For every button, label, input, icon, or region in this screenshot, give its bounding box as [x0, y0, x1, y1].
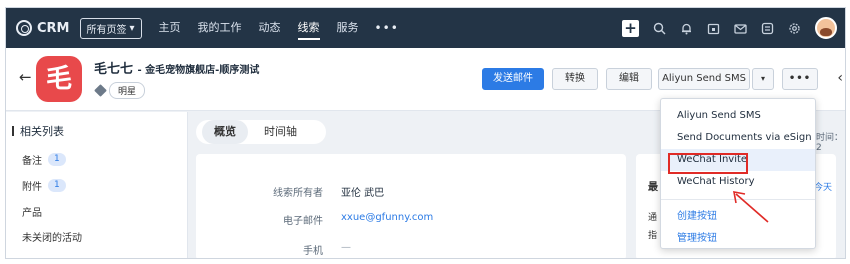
top-right-icons: +	[622, 8, 837, 48]
crm-logo-icon	[16, 20, 32, 36]
add-icon[interactable]: +	[622, 19, 639, 37]
record-tag[interactable]: 明星	[109, 82, 146, 99]
crm-logo[interactable]: CRM	[16, 20, 70, 36]
chevron-left-icon[interactable]: ‹	[837, 70, 843, 86]
back-arrow-icon[interactable]: ←	[19, 68, 32, 86]
user-avatar[interactable]	[815, 17, 837, 39]
side-card-line2: 指	[648, 231, 658, 241]
send-email-button[interactable]: 发送邮件	[482, 68, 544, 90]
tag-row: 明星	[94, 82, 146, 99]
field-value-mobile[interactable]: —	[341, 242, 351, 253]
collapse-icon	[12, 126, 14, 136]
time-fragment: 时间：2	[816, 133, 844, 153]
field-label-email: 电子邮件	[283, 216, 323, 227]
related-list-panel: 相关列表 备注 1 附件 1 产品 未关闭的活动	[6, 112, 188, 258]
record-avatar: 毛	[36, 56, 82, 102]
nav-services[interactable]: 服务	[337, 8, 359, 48]
nav-home[interactable]: 主页	[159, 8, 181, 48]
related-list-title[interactable]: 相关列表	[12, 123, 64, 139]
nav-feeds[interactable]: 动态	[259, 8, 281, 48]
nav-more-button[interactable]: •••	[375, 21, 399, 35]
crm-window: CRM 所有页签 ▾ 主页 我的工作 动态 线索 服务 ••• + ← 毛 毛七…	[5, 7, 846, 259]
related-item-attachments[interactable]: 附件 1	[22, 178, 66, 193]
calendar-icon[interactable]	[707, 22, 720, 35]
related-item-label: 产品	[22, 208, 42, 219]
view-select[interactable]: 所有页签 ▾	[79, 17, 142, 39]
menu-item-aliyun-sms[interactable]: Aliyun Send SMS	[661, 105, 815, 127]
action-caret-button[interactable]: ▾	[752, 68, 774, 90]
field-label-owner: 线索所有者	[273, 188, 323, 199]
mail-icon[interactable]	[734, 22, 747, 35]
nav-my-work[interactable]: 我的工作	[198, 8, 242, 48]
today-link[interactable]: 今天	[814, 180, 832, 193]
record-subtitle: - 金毛宠物旗舰店-顺序测试	[137, 65, 260, 76]
view-select-label: 所有页签	[86, 24, 127, 36]
related-item-open-activities[interactable]: 未关闭的活动	[22, 229, 82, 244]
apps-icon[interactable]	[761, 22, 774, 35]
field-value-owner[interactable]: 亚伦 武巴	[341, 184, 384, 199]
convert-button[interactable]: 转换	[552, 68, 598, 90]
field-value-email[interactable]: xxue@gfunny.com	[341, 212, 433, 223]
overview-card: 线索所有者 亚伦 武巴 电子邮件 xxue@gfunny.com 手机 —	[196, 154, 626, 258]
aliyun-sms-button[interactable]: Aliyun Send SMS	[658, 68, 750, 90]
search-icon[interactable]	[653, 22, 666, 35]
related-item-label: 备注	[22, 156, 42, 167]
side-card-title: 最	[648, 182, 658, 193]
tag-icon	[94, 84, 107, 97]
caret-down-icon: ▾	[129, 22, 135, 34]
notification-bell-icon[interactable]	[680, 22, 693, 35]
top-navigation-bar: CRM 所有页签 ▾ 主页 我的工作 动态 线索 服务 ••• +	[6, 8, 845, 48]
gear-icon[interactable]	[788, 22, 801, 35]
nav-leads[interactable]: 线索	[297, 8, 320, 48]
field-label-mobile: 手机	[303, 246, 323, 257]
count-badge: 1	[48, 179, 66, 192]
crm-logo-text: CRM	[37, 20, 70, 36]
related-item-products[interactable]: 产品	[22, 204, 42, 219]
highlight-box	[668, 153, 748, 174]
record-name: 毛七七	[94, 62, 134, 77]
edit-button[interactable]: 编辑	[606, 68, 652, 90]
count-badge: 1	[48, 153, 66, 166]
record-title: 毛七七 - 金毛宠物旗舰店-顺序测试	[94, 58, 259, 77]
related-list-title-text: 相关列表	[20, 125, 64, 138]
related-item-notes[interactable]: 备注 1	[22, 152, 66, 167]
tab-overview[interactable]: 概览	[202, 120, 248, 144]
tab-timeline[interactable]: 时间轴	[252, 120, 309, 144]
red-arrow-annotation	[733, 191, 769, 223]
menu-item-manage-buttons[interactable]: 管理按钮	[661, 228, 815, 250]
side-card-line1: 通	[648, 213, 658, 223]
more-actions-button[interactable]: •••	[782, 68, 818, 90]
menu-item-esign[interactable]: Send Documents via eSign	[661, 127, 815, 149]
caret-down-icon: ▾	[760, 74, 765, 83]
related-item-label: 附件	[22, 182, 42, 193]
related-item-label: 未关闭的活动	[22, 233, 82, 244]
